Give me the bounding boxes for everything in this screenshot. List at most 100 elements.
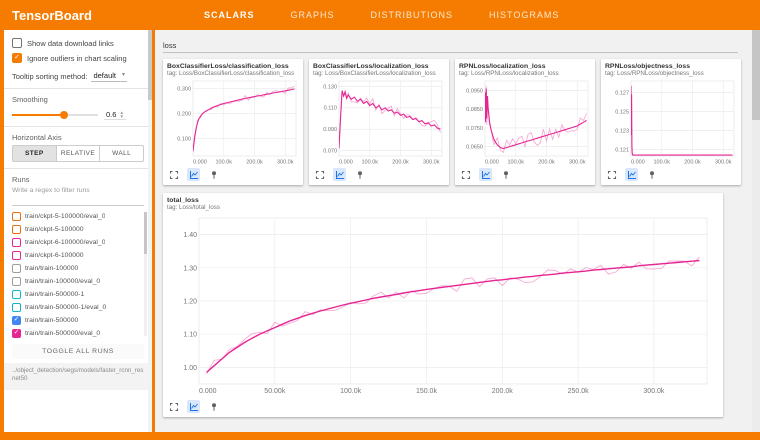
- svg-text:200.0k: 200.0k: [392, 160, 409, 166]
- smoothing-label: Smoothing: [12, 95, 144, 104]
- chart-plot[interactable]: 0.1270.1250.1230.1210.000100.0k200.0k300…: [605, 78, 737, 166]
- run-checkbox-icon[interactable]: [12, 225, 21, 234]
- app-title: TensorBoard: [0, 8, 162, 23]
- chart-plot[interactable]: 1.401.301.201.101.000.00050.00k100.0k150…: [167, 212, 717, 398]
- run-row[interactable]: train/ckpt-6-100000/eval_0: [12, 236, 142, 249]
- chart-title: total_loss: [167, 197, 719, 204]
- tab-graphs[interactable]: GRAPHS: [291, 10, 335, 20]
- tensorboard-app: TensorBoard SCALARS GRAPHS DISTRIBUTIONS…: [0, 0, 760, 440]
- svg-text:300.0k: 300.0k: [277, 160, 294, 166]
- run-row[interactable]: ✓ train/train-500000: [12, 314, 142, 327]
- run-checkbox-icon[interactable]: [12, 251, 21, 260]
- expand-icon[interactable]: [167, 400, 180, 413]
- svg-text:100.0k: 100.0k: [340, 388, 362, 395]
- sidebar-scrollbar[interactable]: [148, 30, 152, 432]
- expand-icon[interactable]: [167, 168, 180, 181]
- chart-title: RPNLoss/objectness_loss: [605, 63, 737, 70]
- chart-tag: tag: Loss/RPNLoss/localization_loss: [459, 70, 591, 77]
- run-checkbox-icon[interactable]: [12, 264, 21, 273]
- stepper-icon[interactable]: ▲▼: [119, 111, 123, 119]
- checkbox-icon[interactable]: ✓: [12, 53, 22, 63]
- svg-text:1.20: 1.20: [183, 298, 197, 305]
- smoothing-slider[interactable]: [12, 110, 98, 120]
- run-row[interactable]: train/train-500000-1: [12, 288, 142, 301]
- svg-text:0.000: 0.000: [485, 160, 499, 166]
- svg-text:0.0750: 0.0750: [466, 126, 483, 132]
- run-checkbox-icon[interactable]: ✓: [12, 329, 21, 338]
- chart-plot[interactable]: 0.3000.2000.1000.000100.0k200.0k300.0k: [167, 78, 299, 166]
- svg-text:0.0650: 0.0650: [466, 145, 483, 151]
- runs-path: ../object_detection/segs/models/faster_r…: [4, 363, 152, 390]
- ignore-outliers-checkbox[interactable]: ✓ Ignore outliers in chart scaling: [12, 53, 144, 63]
- run-label: train/ckpt-6-100000/eval_0: [25, 239, 105, 246]
- tooltip-sorting-dropdown[interactable]: default ▾: [91, 70, 127, 82]
- run-checkbox-icon[interactable]: [12, 303, 21, 312]
- svg-text:1.10: 1.10: [183, 332, 197, 339]
- show-download-links-checkbox[interactable]: Show data download links: [12, 38, 144, 48]
- run-row[interactable]: train/train-500000-1/eval_0: [12, 301, 142, 314]
- toggle-all-runs-button[interactable]: TOGGLE ALL RUNS: [12, 344, 144, 359]
- fit-domain-icon[interactable]: [187, 400, 200, 413]
- axis-step-button[interactable]: STEP: [12, 145, 57, 162]
- axis-wall-button[interactable]: WALL: [100, 145, 144, 162]
- run-checkbox-icon[interactable]: [12, 212, 21, 221]
- chart-card-box-localization-loss: BoxClassifierLoss/localization_loss tag:…: [309, 59, 449, 185]
- checkbox-icon[interactable]: [12, 38, 22, 48]
- run-label: train/train-100000: [25, 265, 78, 272]
- fit-domain-icon[interactable]: [625, 168, 638, 181]
- smoothing-value[interactable]: 0.6 ▲▼: [104, 110, 126, 120]
- vertical-scrollbar[interactable]: [752, 30, 760, 432]
- main-panel: BoxClassifierLoss/classification_loss ta…: [155, 30, 752, 432]
- chart-tag: tag: Loss/BoxClassifierLoss/localization…: [313, 70, 445, 77]
- tab-distributions[interactable]: DISTRIBUTIONS: [371, 10, 454, 20]
- tooltip-sorting-label: Tooltip sorting method:: [12, 72, 87, 81]
- pin-icon[interactable]: [353, 168, 366, 181]
- svg-text:1.00: 1.00: [183, 365, 197, 372]
- run-row[interactable]: train/ckpt-5-100000: [12, 223, 142, 236]
- svg-text:200.0k: 200.0k: [246, 160, 263, 166]
- pin-icon[interactable]: [499, 168, 512, 181]
- run-row[interactable]: ✓ train/train-500000/eval_0: [12, 327, 142, 340]
- run-row[interactable]: train/ckpt-6-100000: [12, 249, 142, 262]
- expand-icon[interactable]: [313, 168, 326, 181]
- run-checkbox-icon[interactable]: [12, 277, 21, 286]
- tag-filter-input[interactable]: [163, 39, 738, 53]
- svg-text:1.40: 1.40: [183, 232, 197, 239]
- fit-domain-icon[interactable]: [479, 168, 492, 181]
- pin-icon[interactable]: [207, 400, 220, 413]
- expand-icon[interactable]: [459, 168, 472, 181]
- chart-plot[interactable]: 0.1300.1100.0900.0700.000100.0k200.0k300…: [313, 78, 445, 166]
- run-label: train/ckpt-5-100000/eval_0: [25, 213, 105, 220]
- svg-text:0.090: 0.090: [323, 127, 337, 133]
- chart-card-objectness-loss: RPNLoss/objectness_loss tag: Loss/RPNLos…: [601, 59, 741, 185]
- svg-text:0.0850: 0.0850: [466, 107, 483, 113]
- runs-filter-input[interactable]: [12, 196, 144, 206]
- run-checkbox-icon[interactable]: ✓: [12, 316, 21, 325]
- run-checkbox-icon[interactable]: [12, 238, 21, 247]
- svg-text:150.0k: 150.0k: [416, 388, 438, 395]
- run-row[interactable]: train/train-100000/eval_0: [12, 275, 142, 288]
- chart-card-rpn-localization-loss: RPNLoss/localization_loss tag: Loss/RPNL…: [455, 59, 595, 185]
- fit-domain-icon[interactable]: [333, 168, 346, 181]
- app-header: TensorBoard SCALARS GRAPHS DISTRIBUTIONS…: [0, 0, 760, 30]
- pin-icon[interactable]: [207, 168, 220, 181]
- slider-handle[interactable]: [60, 111, 68, 119]
- pin-icon[interactable]: [645, 168, 658, 181]
- chart-toolbar: [313, 168, 445, 181]
- axis-relative-button[interactable]: RELATIVE: [57, 145, 101, 162]
- chart-plot[interactable]: 0.09500.08500.07500.06500.000100.0k200.0…: [459, 78, 591, 166]
- run-checkbox-icon[interactable]: [12, 290, 21, 299]
- chart-tag: tag: Loss/BoxClassifierLoss/classificati…: [167, 70, 299, 77]
- tab-histograms[interactable]: HISTOGRAMS: [489, 10, 559, 20]
- svg-text:200.0k: 200.0k: [684, 160, 701, 166]
- run-row[interactable]: train/train-100000: [12, 262, 142, 275]
- svg-text:0.100: 0.100: [177, 136, 191, 142]
- chart-toolbar: [605, 168, 737, 181]
- run-row[interactable]: train/ckpt-5-100000/eval_0: [12, 210, 142, 223]
- expand-icon[interactable]: [605, 168, 618, 181]
- fit-domain-icon[interactable]: [187, 168, 200, 181]
- tab-scalars[interactable]: SCALARS: [204, 10, 255, 20]
- runs-scrollbar[interactable]: [144, 212, 147, 336]
- chevron-down-icon: ▾: [122, 71, 125, 80]
- svg-text:200.0k: 200.0k: [492, 388, 514, 395]
